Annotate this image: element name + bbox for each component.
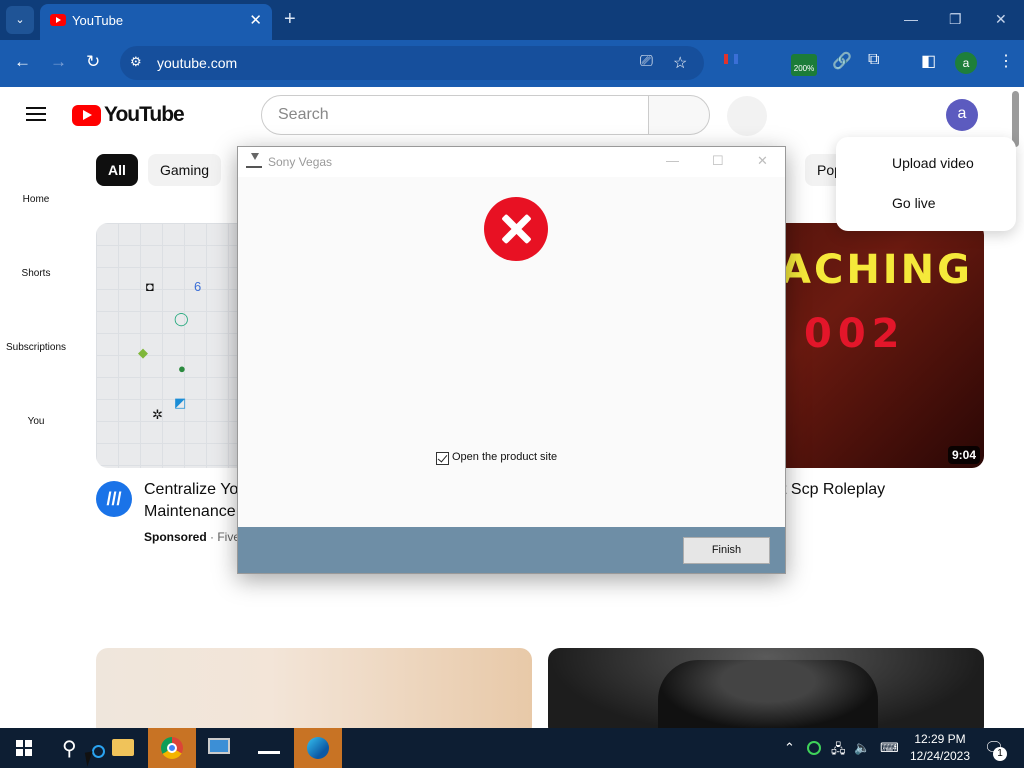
square-logo-icon: ◘ — [146, 279, 154, 294]
search-placeholder: Search — [278, 106, 329, 123]
sidebar-item-subscriptions[interactable]: Subscriptions — [0, 342, 72, 353]
dialog-titlebar[interactable]: Sony Vegas — ☐ ✕ — [238, 147, 785, 177]
error-icon — [484, 197, 548, 261]
back-button[interactable]: ← — [14, 52, 31, 72]
folder-icon — [112, 739, 134, 756]
notification-count-badge: 1 — [993, 747, 1007, 761]
youtube-logo-text[interactable]: YouTube — [104, 103, 185, 127]
reload-button[interactable]: ↻ — [86, 52, 100, 72]
volume-muted-icon[interactable]: 🔈 — [854, 740, 870, 756]
video-thumbnail-4[interactable] — [548, 648, 984, 728]
sidebar-item-home[interactable]: Home — [0, 194, 72, 205]
thumbnail-number: 002 — [804, 311, 906, 357]
browser-tabstrip: ⌄ YouTube ✕ + — ❐ ✕ — [0, 0, 1024, 40]
new-tab-button[interactable]: + — [284, 9, 296, 29]
ring-logo-icon: ◯ — [174, 311, 189, 326]
browser-menu-icon[interactable]: ⋮ — [998, 51, 1014, 71]
clock-time[interactable]: 12:29 PM — [908, 732, 972, 746]
page-scrollbar[interactable] — [1012, 91, 1019, 147]
taskbar-edge[interactable] — [294, 728, 342, 768]
restore-window-button[interactable]: ❐ — [949, 11, 962, 28]
sponsored-label: Sponsored — [144, 530, 207, 544]
dialog-maximize-button[interactable]: ☐ — [712, 153, 724, 169]
dialog-minimize-button[interactable]: — — [666, 153, 679, 168]
chip-gaming[interactable]: Gaming — [148, 154, 222, 186]
site-info-icon[interactable]: ⚙ — [130, 54, 142, 70]
windows-logo-icon — [16, 740, 32, 756]
side-panel-icon[interactable]: ◧ — [921, 51, 936, 71]
video-meta-1: Sponsored · Five — [144, 530, 240, 544]
video-meta-text: · Five — [210, 530, 241, 544]
taskbar-computer[interactable] — [196, 728, 244, 768]
video-thumbnail-3[interactable] — [96, 648, 532, 728]
sidebar-item-you[interactable]: You — [0, 416, 72, 427]
blue-logo-icon: ◩ — [174, 395, 187, 410]
leaf-logo-icon: ● — [178, 361, 186, 376]
open-product-site-label[interactable]: Open the product site — [452, 451, 557, 463]
tab-title: YouTube — [72, 13, 124, 28]
tab-youtube[interactable]: YouTube ✕ — [40, 4, 272, 40]
address-bar[interactable]: ⚙ youtube.com ⎚ ☆ — [120, 46, 704, 80]
thumbnail-headline: ACHING — [780, 247, 973, 293]
install-app-icon[interactable]: ⎚ — [640, 53, 653, 71]
taskbar: ⚲ ⌃ 🖧 🔈 ⌨ 12:29 PM 12/24/2023 🗨 1 — [0, 728, 1024, 768]
create-menu: Upload video Go live — [836, 137, 1016, 231]
browser-toolbar: ← → ↻ ⚙ youtube.com ⎚ ☆ 200% 🔗 ⧉ ◧ a ⋮ — [0, 40, 1024, 87]
url-text: youtube.com — [157, 55, 238, 71]
chip-all[interactable]: All — [96, 154, 138, 186]
dialog-footer: Finish — [238, 527, 785, 573]
monitor-icon — [208, 738, 230, 754]
open-product-site-checkbox[interactable] — [436, 452, 449, 465]
extensions-puzzle-icon[interactable]: ⧉ — [868, 51, 879, 69]
video-title-1-line2[interactable]: Maintenance — [144, 501, 236, 523]
browser-profile-avatar[interactable]: a — [955, 52, 977, 74]
menu-item-go-live[interactable]: Go live — [892, 195, 936, 211]
dialog-title: Sony Vegas — [268, 155, 333, 169]
close-window-button[interactable]: ✕ — [995, 11, 1007, 28]
soldiers-artwork — [658, 660, 878, 728]
start-button[interactable] — [0, 728, 48, 768]
video-duration: 9:04 — [947, 446, 980, 464]
taskbar-file-explorer[interactable] — [100, 728, 148, 768]
menu-item-upload-video[interactable]: Upload video — [892, 155, 974, 171]
finish-button[interactable]: Finish — [683, 537, 770, 564]
video-title-1-line1[interactable]: Centralize Yo — [144, 479, 238, 501]
minimize-window-button[interactable]: — — [904, 11, 918, 27]
installer-taskbar-icon — [258, 740, 280, 754]
tray-overflow-icon[interactable]: ⌃ — [784, 740, 795, 756]
dialog-close-button[interactable]: ✕ — [757, 153, 768, 169]
tab-close-icon[interactable]: ✕ — [249, 11, 262, 29]
taskbar-chrome[interactable] — [148, 728, 196, 768]
bookmark-star-icon[interactable]: ☆ — [673, 53, 687, 73]
edge-icon — [307, 737, 329, 759]
forward-button[interactable]: → — [50, 52, 67, 72]
zoom-extension-icon[interactable]: 200% — [791, 54, 817, 76]
youtube-favicon-icon — [50, 14, 66, 26]
tab-search-button[interactable]: ⌄ — [6, 6, 34, 34]
network-icon[interactable]: 🖧 — [831, 740, 846, 762]
voice-search-button[interactable] — [727, 96, 767, 136]
guide-menu-icon[interactable] — [26, 107, 46, 121]
shopify-logo-icon: ◆ — [138, 345, 148, 360]
search-input[interactable]: Search — [261, 95, 649, 135]
channel-avatar-1[interactable]: /// — [96, 481, 132, 517]
chrome-center-icon — [167, 743, 177, 753]
search-button[interactable] — [648, 95, 710, 135]
clock-date[interactable]: 12/24/2023 — [905, 749, 975, 763]
search-icon: ⚲ — [62, 738, 77, 760]
link-extension-icon[interactable]: 🔗 — [832, 51, 852, 71]
account-avatar[interactable]: a — [946, 99, 978, 131]
sidebar-item-shorts[interactable]: Shorts — [0, 268, 72, 279]
extension-icon[interactable] — [724, 54, 738, 64]
tray-app-icon[interactable] — [807, 741, 821, 755]
slack-logo-icon: ✲ — [152, 407, 163, 422]
installer-icon — [246, 153, 262, 168]
brand-logo-icon: 6 — [194, 279, 202, 294]
youtube-logo-icon[interactable] — [72, 105, 101, 126]
installer-dialog: Sony Vegas — ☐ ✕ Open the product site F… — [237, 146, 786, 574]
keyboard-icon[interactable]: ⌨ — [880, 740, 899, 756]
taskbar-installer[interactable] — [245, 728, 293, 768]
video-title-2[interactable]: t Scp Roleplay — [782, 479, 885, 501]
